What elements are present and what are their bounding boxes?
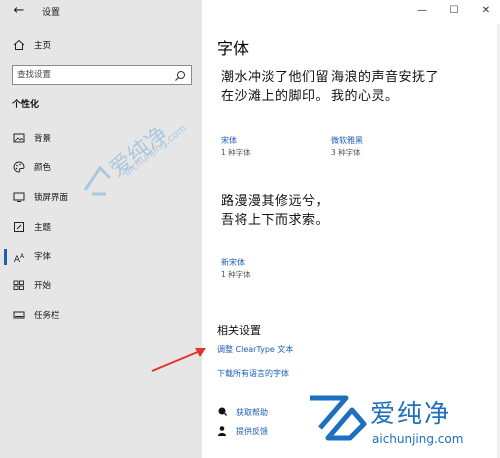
maximize-button[interactable]: ☐ [437, 0, 471, 22]
watermark-brand: 爱纯净 [370, 399, 452, 428]
font-count: 1 种字体 [221, 270, 251, 279]
font-name[interactable]: 宋体 [221, 135, 237, 146]
font-card-songti[interactable]: 潮水冲淡了他们留在沙滩上的脚印。 宋体 1 种字体 [221, 68, 331, 157]
sidebar-item-themes[interactable]: 主题 [0, 217, 202, 239]
sidebar-item-label: 主页 [34, 41, 52, 51]
font-name[interactable]: 新宋体 [221, 257, 245, 268]
feedback-label: 提供反馈 [236, 427, 268, 436]
font-card-nsimsun[interactable]: 路漫漫其修远兮，吾将上下而求索。 新宋体 1 种字体 [221, 192, 331, 279]
search-input[interactable] [17, 68, 167, 82]
font-icon: AA [13, 253, 25, 265]
feedback-person-icon [217, 425, 229, 437]
watermark-corner: 爱纯净 aichunjing.com [300, 388, 500, 458]
font-preview: 潮水冲淡了他们留在沙滩上的脚印。 [221, 70, 330, 104]
sidebar-item-start[interactable]: 开始 [0, 275, 202, 297]
font-card-yahei[interactable]: 海浪的声音安抚了我的心灵。 微软雅黑 3 种字体 [331, 68, 441, 157]
selection-indicator [4, 249, 7, 265]
watermark-url: aichunjing.com [372, 432, 464, 446]
close-button[interactable]: ✕ [469, 0, 500, 22]
picture-icon [12, 132, 26, 146]
font-count: 3 种字体 [331, 148, 361, 157]
font-preview: 海浪的声音安抚了我的心灵。 [331, 70, 440, 104]
search-box[interactable] [12, 65, 192, 85]
title-bar: ← 设置 — ☐ ✕ [0, 0, 500, 24]
taskbar-icon [12, 309, 26, 323]
font-name[interactable]: 微软雅黑 [331, 135, 363, 146]
watermark-side: 爱纯净 aichunjing.com [80, 90, 200, 210]
start-grid-icon [12, 279, 26, 293]
sidebar-item-label: 任务栏 [34, 311, 60, 321]
search-icon[interactable] [173, 68, 187, 82]
title-bar-left: ← 设置 [0, 0, 202, 24]
related-settings-heading: 相关设置 [217, 324, 261, 337]
font-count: 1 种字体 [221, 148, 251, 157]
home-icon [12, 39, 26, 53]
window-title: 设置 [42, 8, 61, 18]
sidebar-item-label: 主题 [34, 223, 52, 233]
sidebar-item-label: 开始 [34, 281, 52, 291]
sidebar-item-taskbar[interactable]: 任务栏 [0, 305, 202, 327]
brand-logo-icon [310, 395, 367, 441]
palette-icon [12, 161, 26, 175]
download-fonts-link[interactable]: 下载所有语言的字体 [217, 368, 289, 379]
brush-icon [12, 221, 26, 235]
font-preview: 路漫漫其修远兮，吾将上下而求索。 [221, 194, 330, 228]
sidebar-item-label: 颜色 [34, 163, 52, 173]
monitor-lock-icon [12, 191, 26, 205]
page-title: 字体 [217, 39, 250, 58]
sidebar-item-label: 字体 [34, 252, 52, 262]
arrow-left-icon[interactable]: ← [11, 2, 27, 20]
sidebar-item-fonts[interactable]: AA 字体 [0, 246, 202, 268]
help-chat-icon [217, 406, 229, 418]
get-help-label: 获取帮助 [236, 408, 268, 417]
sidebar-item-label: 背景 [34, 134, 52, 144]
sidebar-item-home[interactable]: 主页 [0, 36, 202, 56]
sidebar-item-label: 锁屏界面 [34, 193, 69, 203]
minimize-button[interactable]: — [405, 0, 439, 22]
annotation-arrow-icon [151, 348, 206, 372]
section-heading: 个性化 [12, 100, 40, 110]
cleartype-link[interactable]: 调整 ClearType 文本 [217, 344, 293, 355]
